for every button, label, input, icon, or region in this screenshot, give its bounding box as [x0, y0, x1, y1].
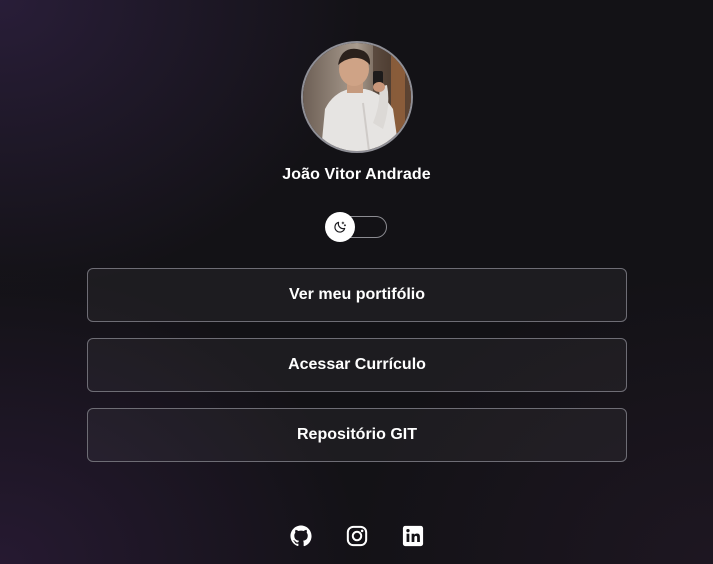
git-repository-button[interactable]: Repositório GIT — [87, 408, 627, 462]
portfolio-button[interactable]: Ver meu portifólio — [87, 268, 627, 322]
linkedin-icon[interactable] — [402, 525, 424, 547]
profile-name: João Vitor Andrade — [282, 166, 431, 183]
moon-icon — [334, 221, 347, 233]
social-links — [0, 525, 713, 547]
avatar-photo — [303, 43, 411, 151]
curriculum-button[interactable]: Acessar Currículo — [87, 338, 627, 392]
toggle-knob[interactable] — [325, 212, 355, 242]
instagram-icon[interactable] — [346, 525, 368, 547]
link-tree-page: João Vitor Andrade Ver meu portifólio Ac… — [0, 0, 713, 564]
theme-toggle[interactable] — [325, 212, 387, 242]
github-icon[interactable] — [289, 525, 312, 547]
avatar — [301, 41, 413, 153]
